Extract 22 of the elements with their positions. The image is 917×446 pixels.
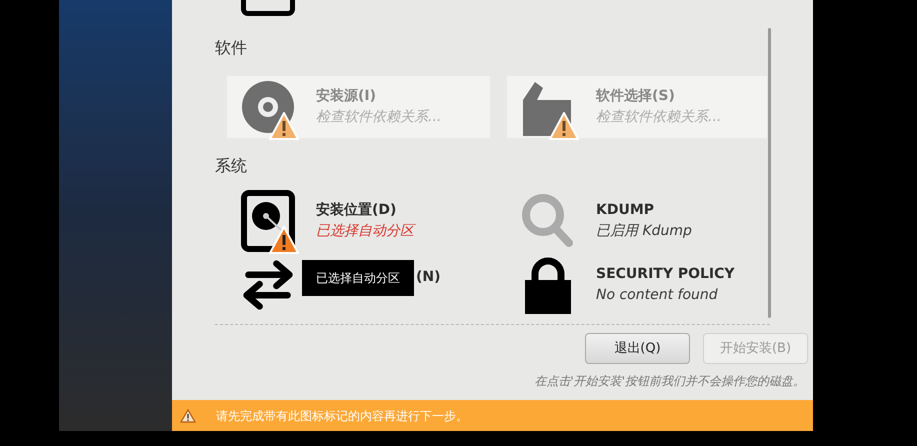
section-heading: 软件 [215, 37, 248, 59]
search-icon [521, 193, 575, 249]
lock-icon [523, 256, 573, 314]
section-heading: 系统 [215, 155, 248, 177]
spoke-title[interactable]: SECURITY POLICY [596, 264, 735, 285]
dialog-button[interactable]: 退出(Q) [585, 333, 690, 364]
spoke-status: 已选择自动分区 [316, 222, 414, 241]
disk-note: 在点击'开始安装'按钮前我们并不会操作您的磁盘。 [534, 373, 806, 390]
spoke-status: 检查软件依赖关系... [596, 108, 722, 127]
warning-icon [269, 112, 299, 140]
warning-message: 请先完成带有此图标标记的内容再进行下一步。 [216, 408, 468, 424]
warning-icon [180, 408, 196, 422]
spoke-title[interactable]: KDUMP [596, 200, 692, 221]
scrollbar[interactable] [768, 28, 771, 318]
spoke-title[interactable]: (N) [416, 266, 441, 288]
spoke-status: 已启用 Kdump [596, 222, 692, 241]
spoke-title[interactable]: 安装位置(D) [316, 200, 414, 221]
spoke-status: No content found [596, 286, 719, 305]
warning-icon [549, 112, 579, 140]
warning-icon [269, 226, 299, 254]
tooltip-text: 已选择自动分区 [316, 270, 400, 287]
spoke-status: 检查软件依赖关系... [316, 108, 442, 127]
